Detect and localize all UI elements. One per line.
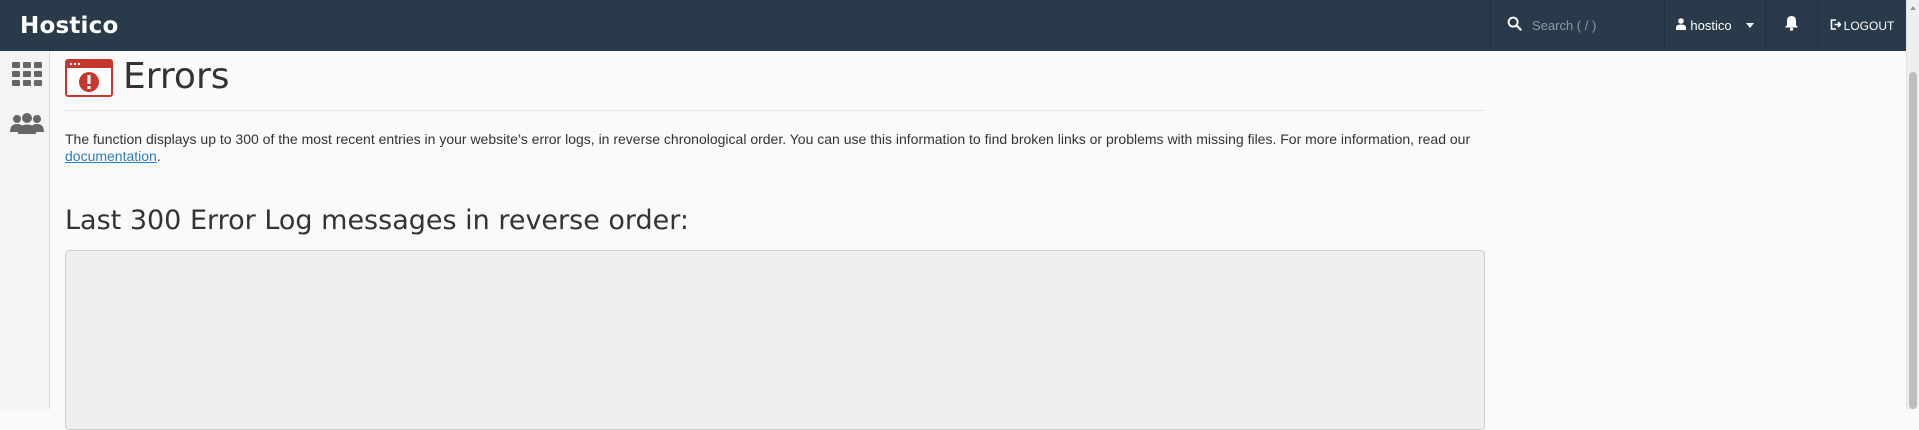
search-input[interactable] xyxy=(1532,18,1662,33)
scroll-up-arrow-icon[interactable] xyxy=(1910,6,1916,10)
user-icon xyxy=(1676,18,1687,33)
description-end: . xyxy=(156,148,161,164)
navbar-right: hostico LOGOUT xyxy=(1490,0,1906,51)
page-title: Errors xyxy=(123,56,230,97)
page-scrollbar[interactable] xyxy=(1906,0,1919,409)
description-text: The function displays up to 300 of the m… xyxy=(65,131,1471,147)
top-navbar: Hostico hostico xyxy=(0,0,1906,51)
grid-icon xyxy=(12,61,42,91)
notifications-button[interactable] xyxy=(1765,0,1817,51)
bell-icon xyxy=(1784,15,1799,36)
errors-app-icon xyxy=(65,59,113,102)
logout-label: LOGOUT xyxy=(1843,18,1895,33)
section-title: Last 300 Error Log messages in reverse o… xyxy=(65,205,690,236)
users-icon xyxy=(10,112,44,139)
documentation-link[interactable]: documentation xyxy=(65,148,157,164)
search-box[interactable] xyxy=(1490,0,1664,51)
logout-icon xyxy=(1830,18,1842,33)
user-menu[interactable]: hostico xyxy=(1664,0,1765,51)
sidebar xyxy=(0,51,50,409)
chevron-down-icon xyxy=(1745,23,1754,28)
sidebar-item-users[interactable] xyxy=(10,108,44,142)
brand-logo[interactable]: Hostico xyxy=(20,13,118,39)
page-description: The function displays up to 300 of the m… xyxy=(65,131,1485,165)
main-content: Errors The function displays up to 300 o… xyxy=(65,51,1485,430)
error-log-textarea[interactable] xyxy=(65,250,1485,430)
sidebar-item-apps[interactable] xyxy=(10,59,44,93)
scrollbar-thumb[interactable] xyxy=(1909,72,1917,409)
search-icon xyxy=(1507,16,1522,36)
logout-button[interactable]: LOGOUT xyxy=(1817,0,1906,51)
page-header: Errors xyxy=(65,51,1485,111)
username-label: hostico xyxy=(1690,18,1732,33)
